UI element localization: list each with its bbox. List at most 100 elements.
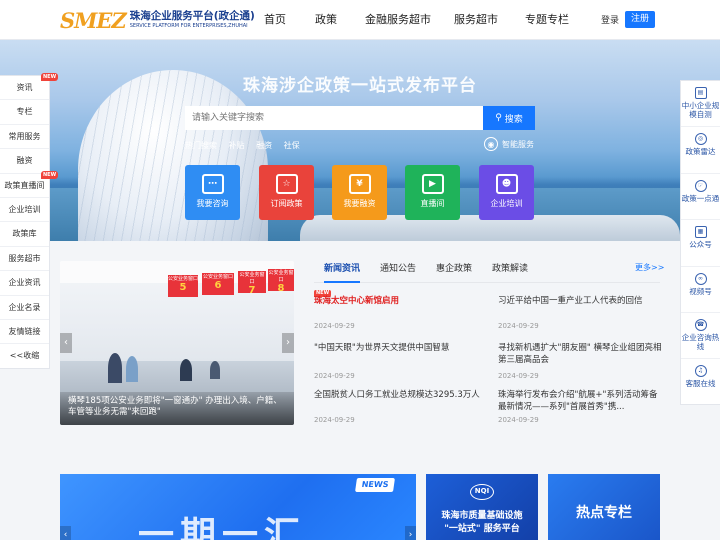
carousel-caption[interactable]: 横琴185项公安业务即将"一窗通办" 办理出入境、户籍、车管等业务无需"来回跑"	[60, 392, 294, 425]
right-item-policy-radar[interactable]: ◎ 政策雷达	[681, 127, 720, 174]
window-sign: 公安业务窗口 6	[202, 273, 234, 295]
nav-finance-market[interactable]: 金融服务超市	[365, 0, 431, 40]
tab-notices[interactable]: 通知公告	[380, 262, 416, 276]
news-item-title[interactable]: 珠海太空中心新馆启用	[314, 296, 480, 308]
logo-title: 珠海企业服务平台(政企通)	[129, 10, 255, 23]
carousel-prev-button[interactable]: ‹	[60, 333, 72, 353]
logo-subtitle: SERVICE PLATFORM FOR ENTERPRISES,ZHUHAI	[129, 22, 248, 29]
yuan-icon: ¥	[348, 174, 371, 194]
site-logo[interactable]: SMEZ 珠海企业服务平台(政企通) SERVICE PLATFORM FOR …	[60, 5, 255, 35]
news-item-date: 2024-09-29	[314, 416, 355, 424]
tab-news[interactable]: 新闻资讯	[324, 262, 360, 276]
window-sign: 公安业务窗口 5	[168, 275, 198, 297]
hot-term[interactable]: 补贴	[229, 141, 245, 150]
window-sign-number: 7	[248, 285, 256, 296]
left-nav-item[interactable]: 常用服务	[0, 125, 49, 150]
tile-training[interactable]: ☻ 企业培训	[479, 165, 534, 220]
left-quick-nav: 资讯 NEW 专栏 常用服务 融资 政策直播间 NEW 企业培训 政策库 服务超市 …	[0, 73, 59, 369]
login-link[interactable]: 登录	[601, 13, 619, 26]
right-item-label: 客服在线	[685, 379, 716, 389]
tile-consult[interactable]: ⋯ 我要咨询	[185, 165, 240, 220]
nav-service-market[interactable]: 服务超市	[454, 0, 498, 40]
right-item-hotline[interactable]: ☎ 企业咨询热线	[681, 313, 720, 360]
left-nav-label: 常用服务	[8, 131, 41, 141]
collapse-label: <<收缩	[9, 351, 40, 361]
banner-title: 一期一汇	[138, 515, 307, 540]
hot-term[interactable]: 社保	[284, 141, 300, 150]
training-icon: ☻	[495, 174, 518, 194]
radar-icon: ◎	[694, 133, 707, 146]
more-link[interactable]: 更多>>	[635, 262, 664, 273]
right-item-scale-test[interactable]: ▤ 中小企业规模自测	[681, 81, 720, 128]
collapse-button[interactable]: <<收缩	[0, 344, 49, 368]
tile-live[interactable]: ▶ 直播间	[405, 165, 460, 220]
left-nav-item[interactable]: 企业资讯	[0, 271, 49, 296]
smart-service-button[interactable]: ◉ 智能服务	[484, 137, 534, 151]
window-sign-text: 公安业务窗口	[239, 272, 265, 285]
right-item-label: 中小企业规模自测	[681, 101, 720, 119]
search-input[interactable]	[185, 106, 483, 130]
left-nav-item[interactable]: 资讯 NEW	[0, 73, 59, 101]
news-item-title[interactable]: 珠海举行发布会介绍"航展+"系列活动筹备最新情况——系列"首展首秀"携...	[498, 390, 664, 413]
banner-next-button[interactable]: ›	[405, 526, 416, 540]
left-nav-item[interactable]: 友情链接	[0, 320, 49, 345]
tab-policy-interpretation[interactable]: 政策解读	[492, 262, 528, 276]
news-item-title[interactable]: 习近平给中国一重产业工人代表的回信	[498, 296, 664, 308]
left-nav-item[interactable]: 政策直播间 NEW	[0, 170, 59, 198]
nqi-logo: NQI	[470, 484, 494, 500]
news-item-title[interactable]: 寻找新机遇扩大"朋友圈" 横琴企业组团亮相第三届高品会	[498, 343, 664, 366]
right-item-label: 公众号	[689, 240, 712, 250]
right-item-wechat[interactable]: ▦ 公众号	[681, 220, 720, 267]
tile-label: 直播间	[420, 199, 445, 208]
search-button-label: 搜索	[504, 114, 523, 125]
tab-benefit-policies[interactable]: 惠企政策	[436, 262, 472, 276]
left-nav-item[interactable]: 企业名录	[0, 296, 49, 320]
news-item-date: 2024-09-29	[498, 322, 539, 330]
left-nav-label: 专栏	[16, 107, 33, 117]
left-nav-item[interactable]: 服务超市	[0, 247, 49, 272]
banner-yiqiyihui[interactable]: NEWS 一期一汇 ‹ ›	[60, 474, 416, 540]
left-nav-item[interactable]: 融资	[0, 149, 49, 174]
new-tag: NEW	[41, 73, 59, 81]
window-sign-number: 8	[277, 283, 285, 294]
right-item-policy-guide[interactable]: ☞ 政策一点通	[681, 174, 720, 221]
video-icon: ▶	[421, 174, 444, 194]
left-nav-label: 资讯	[16, 83, 33, 92]
left-nav-item[interactable]: 专栏	[0, 100, 49, 125]
person-figure	[126, 356, 138, 382]
window-sign: 公安业务窗口 7	[238, 271, 266, 296]
logo-mark: SMEZ	[60, 7, 127, 33]
tile-financing[interactable]: ¥ 我要融资	[332, 165, 387, 220]
right-item-video-channel[interactable]: ∞ 视频号	[681, 267, 720, 313]
news-tag: NEWS	[355, 478, 395, 492]
banner-prev-button[interactable]: ‹	[60, 526, 71, 540]
tile-label: 我要融资	[343, 199, 376, 208]
banner-line: 珠海市质量基础设施	[441, 511, 523, 521]
register-button[interactable]: 注册	[625, 11, 655, 28]
carousel-next-button[interactable]: ›	[282, 333, 294, 353]
left-nav-item[interactable]: 企业培训	[0, 198, 49, 223]
tile-label: 我要咨询	[196, 199, 229, 208]
news-item-title[interactable]: "中国天眼"为世界天文提供中国智慧	[314, 343, 480, 355]
chat-icon: ⋯	[201, 174, 224, 194]
nav-topics[interactable]: 专题专栏	[525, 0, 569, 40]
left-nav-item[interactable]: 政策库	[0, 222, 49, 247]
banner-hot-topics[interactable]: 热点专栏	[548, 474, 660, 540]
left-nav-label: 企业培训	[8, 204, 41, 214]
hot-term[interactable]: 融资	[256, 141, 272, 150]
phone-icon: ☎	[694, 318, 707, 331]
banner-nqi-platform[interactable]: NQI 珠海市质量基础设施 "一站式" 服务平台	[426, 474, 538, 540]
news-item-title[interactable]: 全国脱贫人口务工就业总规模达3295.3万人	[314, 390, 480, 402]
hero-title: 珠海涉企政策一站式发布平台	[243, 76, 477, 96]
tile-subscribe[interactable]: ☆ 订阅政策	[259, 165, 314, 220]
news-carousel[interactable]: 公安业务窗口 5 公安业务窗口 6 公安业务窗口 7 公安业务窗口 8 ‹ › 横琴18…	[60, 261, 294, 425]
nav-policy[interactable]: 政策	[315, 0, 337, 40]
right-item-label: 企业咨询热线	[681, 332, 720, 351]
left-nav-label: 政策直播间	[4, 180, 45, 190]
person-figure	[180, 359, 192, 381]
banner-title: 热点专栏	[576, 505, 632, 521]
left-nav-label: 企业名录	[8, 302, 41, 312]
search-button[interactable]: ⚲ 搜索	[483, 106, 535, 130]
nav-home[interactable]: 首页	[264, 0, 286, 40]
right-item-customer-service[interactable]: ♫ 客服在线	[681, 359, 720, 405]
